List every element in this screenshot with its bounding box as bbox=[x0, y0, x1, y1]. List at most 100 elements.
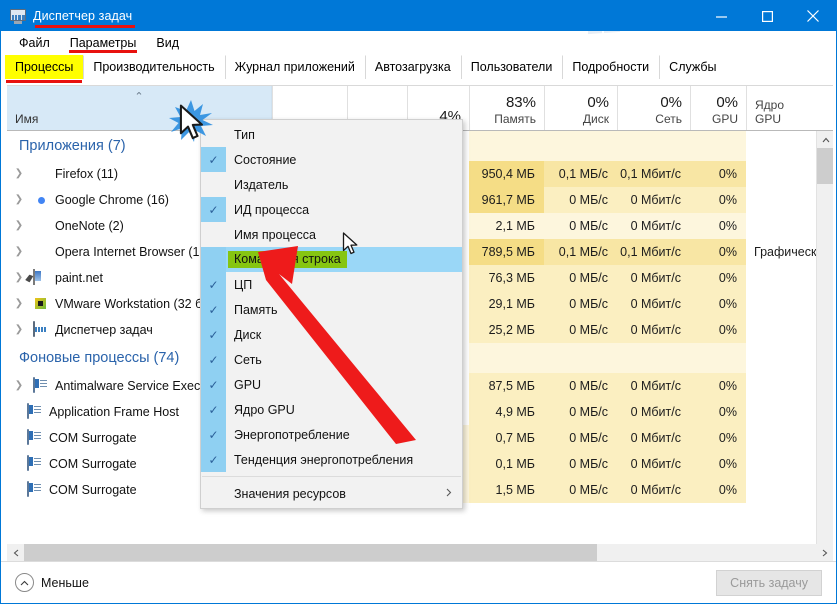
vertical-scrollbar-thumb[interactable] bbox=[817, 148, 833, 184]
cell-disk: 0 МБ/с bbox=[569, 297, 608, 311]
checkmark-icon: ✓ bbox=[201, 147, 226, 172]
menu-item-file[interactable]: Файл bbox=[9, 34, 60, 52]
cell-network: 0 Мбит/с bbox=[630, 193, 681, 207]
tab-services-label: Службы bbox=[669, 60, 717, 74]
column-header-network[interactable]: 0% Сеть bbox=[617, 86, 690, 130]
tab-strip: Процессы Производительность Журнал прило… bbox=[1, 55, 836, 83]
tab-services[interactable]: Службы bbox=[659, 55, 726, 79]
expand-chevron-icon[interactable]: ❯ bbox=[11, 169, 27, 179]
column-header-gpu-core-label: Ядро GPU bbox=[755, 98, 785, 126]
expand-chevron-icon[interactable]: ❯ bbox=[11, 325, 27, 335]
maximize-button[interactable] bbox=[744, 1, 790, 31]
tab-processes[interactable]: Процессы bbox=[5, 55, 84, 83]
cell-gpu: 0% bbox=[718, 193, 737, 207]
cell-memory: 961,7 МБ bbox=[481, 193, 535, 207]
title-underline-marker bbox=[35, 25, 136, 28]
expand-chevron-icon[interactable]: ❯ bbox=[11, 221, 27, 231]
tab-performance[interactable]: Производительность bbox=[83, 55, 224, 79]
cell-network: 0 Мбит/с bbox=[630, 431, 681, 445]
cell-disk: 0 МБ/с bbox=[569, 323, 608, 337]
expand-chevron-icon[interactable]: ❯ bbox=[11, 381, 27, 391]
tab-startup[interactable]: Автозагрузка bbox=[364, 55, 461, 79]
checkmark-icon bbox=[201, 481, 226, 506]
generic-process-icon bbox=[33, 377, 49, 394]
task-manager-window: Диспетчер задач WINNOTE.RU Файл Параметр… bbox=[0, 0, 837, 604]
cell-disk: 0 МБ/с bbox=[569, 457, 608, 471]
cell-memory: 789,5 МБ bbox=[481, 245, 535, 259]
column-header-gpu-core[interactable]: Ядро GPU bbox=[746, 86, 816, 130]
cell-disk: 0 МБ/с bbox=[569, 431, 608, 445]
process-name: COM Surrogate bbox=[49, 483, 137, 497]
cell-disk: 0 МБ/с bbox=[569, 379, 608, 393]
cell-network: 0 Мбит/с bbox=[630, 219, 681, 233]
tab-users[interactable]: Пользователи bbox=[460, 55, 563, 79]
generic-process-icon bbox=[27, 429, 43, 446]
checkmark-icon: ✓ bbox=[201, 297, 226, 322]
process-name: Opera Internet Browser (10) bbox=[55, 245, 211, 259]
chrome-icon bbox=[33, 192, 49, 208]
cell-memory: 76,3 МБ bbox=[488, 271, 535, 285]
minimize-button[interactable] bbox=[698, 1, 744, 31]
column-header-network-label: Сеть bbox=[655, 112, 682, 126]
window-controls bbox=[698, 1, 836, 31]
cell-network: 0 Мбит/с bbox=[630, 271, 681, 285]
process-name: OneNote (2) bbox=[55, 219, 124, 233]
submenu-chevron-icon bbox=[446, 488, 452, 500]
column-header-disk[interactable]: 0% Диск bbox=[544, 86, 617, 130]
sort-ascending-icon: ⌃ bbox=[134, 91, 144, 103]
column-header-gpu[interactable]: 0% GPU bbox=[690, 86, 746, 130]
horizontal-scrollbar[interactable] bbox=[7, 544, 833, 561]
column-header-disk-pct: 0% bbox=[587, 94, 609, 111]
status-bar: Меньше Снять задачу bbox=[1, 561, 836, 603]
context-menu-item-resource-values[interactable]: Значения ресурсов bbox=[201, 481, 462, 506]
vertical-scrollbar[interactable] bbox=[816, 131, 833, 563]
fewer-details-button[interactable]: Меньше bbox=[15, 573, 89, 592]
tab-users-label: Пользователи bbox=[470, 60, 553, 74]
context-menu-item-type[interactable]: Тип bbox=[201, 122, 462, 147]
column-header-memory[interactable]: 83% Память bbox=[469, 86, 544, 130]
expand-chevron-icon[interactable]: ❯ bbox=[11, 247, 27, 257]
scroll-up-button[interactable] bbox=[817, 131, 833, 148]
cell-disk: 0 МБ/с bbox=[569, 219, 608, 233]
mouse-cursor-header bbox=[179, 104, 204, 140]
tab-details[interactable]: Подробности bbox=[562, 55, 659, 79]
cell-gpu: 0% bbox=[718, 245, 737, 259]
end-task-button[interactable]: Снять задачу bbox=[716, 569, 822, 596]
cell-memory: 0,7 МБ bbox=[495, 431, 535, 445]
generic-process-icon bbox=[27, 481, 43, 498]
tab-app-history[interactable]: Журнал приложений bbox=[224, 55, 365, 79]
scroll-right-button[interactable] bbox=[816, 544, 833, 561]
cell-gpu: 0% bbox=[718, 457, 737, 471]
context-menu-item-power-usage-trend[interactable]: ✓ Тенденция энергопотребления bbox=[201, 447, 462, 472]
horizontal-scrollbar-thumb[interactable] bbox=[24, 544, 597, 561]
checkmark-icon: ✓ bbox=[201, 422, 226, 447]
cell-disk: 0 МБ/с bbox=[569, 271, 608, 285]
expand-chevron-icon[interactable]: ❯ bbox=[11, 273, 27, 283]
column-header-memory-pct: 83% bbox=[505, 94, 536, 111]
tab-processes-label: Процессы bbox=[15, 60, 74, 74]
close-button[interactable] bbox=[790, 1, 836, 31]
fewer-details-label: Меньше bbox=[41, 575, 89, 590]
cell-disk: 0 МБ/с bbox=[569, 405, 608, 419]
options-underline-marker bbox=[68, 50, 138, 53]
context-menu-item-publisher[interactable]: Издатель bbox=[201, 172, 462, 197]
tab-startup-label: Автозагрузка bbox=[374, 60, 451, 74]
context-menu-item-label: Издатель bbox=[234, 177, 289, 192]
window-title-text: Диспетчер задач bbox=[33, 9, 133, 23]
context-menu-item-status[interactable]: ✓ Состояние bbox=[201, 147, 462, 172]
cell-memory: 1,5 МБ bbox=[495, 483, 535, 497]
cell-disk: 0,1 МБ/с bbox=[558, 167, 608, 181]
context-menu-item-pid[interactable]: ✓ ИД процесса bbox=[201, 197, 462, 222]
task-manager-icon bbox=[33, 321, 49, 338]
menu-item-options[interactable]: Параметры bbox=[60, 34, 147, 53]
expand-chevron-icon[interactable]: ❯ bbox=[11, 299, 27, 309]
cell-network: 0 Мбит/с bbox=[630, 483, 681, 497]
cell-network: 0,1 Мбит/с bbox=[620, 245, 681, 259]
tab-app-history-label: Журнал приложений bbox=[234, 60, 355, 74]
menu-item-view[interactable]: Вид bbox=[146, 34, 189, 52]
tab-underline-marker bbox=[6, 80, 83, 83]
expand-chevron-icon[interactable]: ❯ bbox=[11, 195, 27, 205]
process-name: Firefox (11) bbox=[55, 167, 118, 181]
checkmark-icon bbox=[201, 247, 226, 272]
scroll-left-button[interactable] bbox=[7, 544, 24, 561]
